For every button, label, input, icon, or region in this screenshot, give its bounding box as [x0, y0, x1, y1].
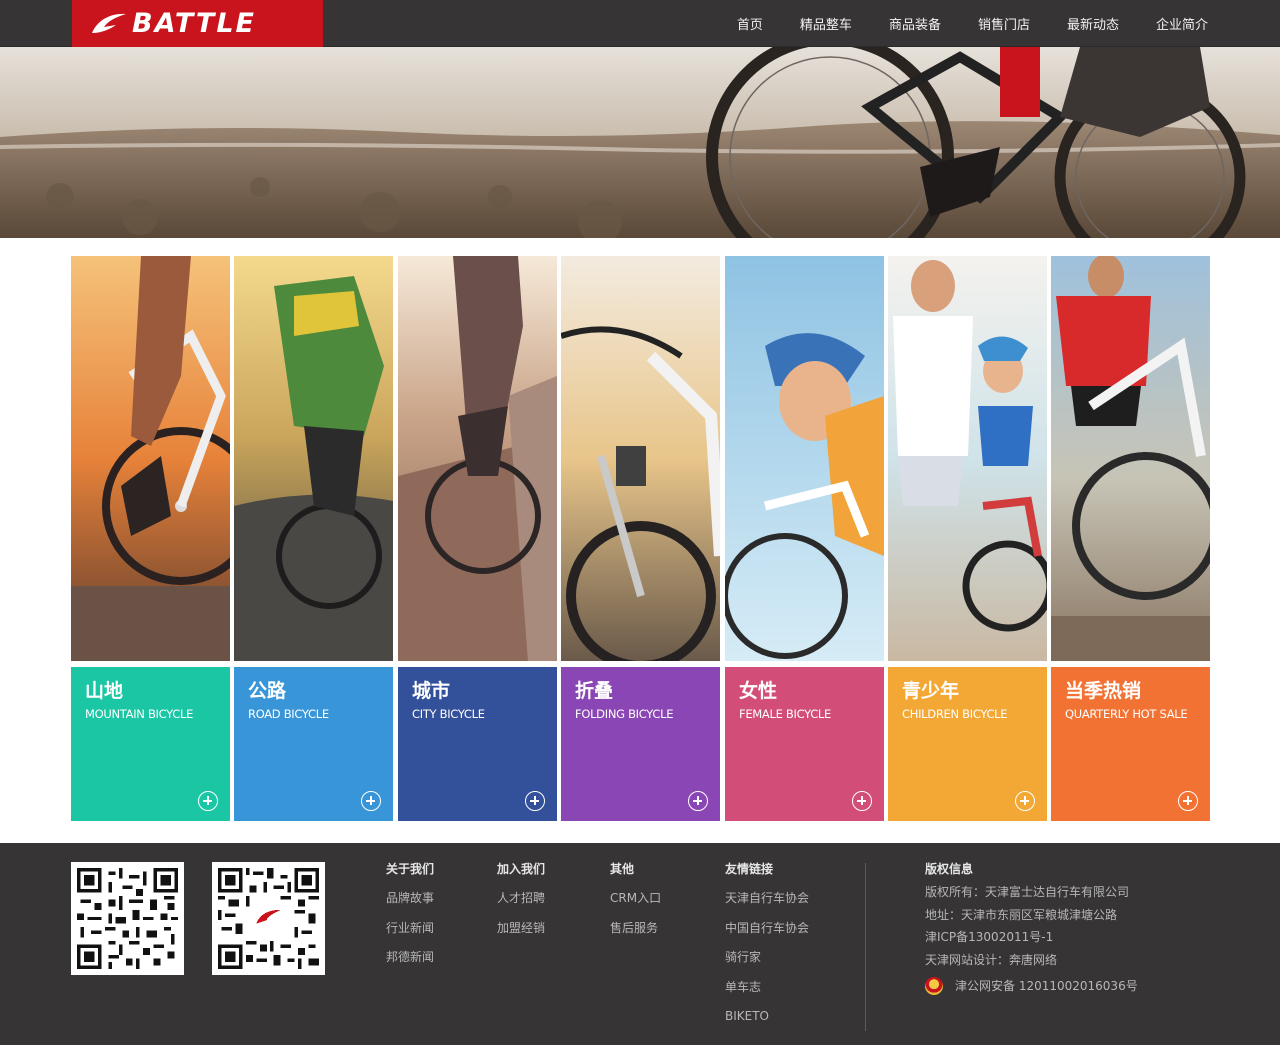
- category-label: 折叠 FOLDING BICYCLE: [561, 667, 720, 821]
- police-badge-icon: [925, 976, 943, 995]
- category-card-road[interactable]: 公路 ROAD BICYCLE: [234, 256, 393, 821]
- footer-link[interactable]: 天津自行车协会: [725, 889, 809, 907]
- category-card-female[interactable]: 女性 FEMALE BICYCLE: [725, 256, 884, 821]
- category-card-mountain[interactable]: 山地 MOUNTAIN BICYCLE: [71, 256, 230, 821]
- nav-home[interactable]: 首页: [737, 14, 763, 33]
- plus-circle-icon[interactable]: [688, 791, 708, 811]
- police-record-text: 津公网安备 12011002016036号: [955, 979, 1138, 993]
- category-label: 城市 CITY BICYCLE: [398, 667, 557, 821]
- footer-link[interactable]: 邦德新闻: [386, 948, 434, 966]
- footer-divider: [865, 863, 866, 1031]
- footer-heading: 其他: [610, 862, 635, 876]
- category-label: 女性 FEMALE BICYCLE: [725, 667, 884, 821]
- footer-col-about: 关于我们 品牌故事 行业新闻 邦德新闻: [386, 860, 434, 978]
- plus-circle-icon[interactable]: [1178, 791, 1198, 811]
- qr-code-icon: [218, 868, 319, 969]
- footer-col-friend-links: 友情链接 天津自行车协会 中国自行车协会 骑行家 单车志 BIKETO: [725, 860, 809, 1037]
- footer-link[interactable]: 行业新闻: [386, 919, 434, 937]
- site-header: BATTLE 首页 精品整车 商品装备 销售门店 最新动态 企业简介: [0, 0, 1280, 47]
- main-nav: 首页 精品整车 商品装备 销售门店 最新动态 企业简介: [700, 0, 1208, 47]
- nav-company[interactable]: 企业简介: [1156, 14, 1208, 33]
- footer-col-other: 其他 CRM入口 售后服务: [610, 860, 661, 948]
- battle-swoosh-icon: [92, 13, 126, 33]
- category-card-hot-sale[interactable]: 当季热销 QUARTERLY HOT SALE: [1051, 256, 1210, 821]
- site-footer: 关于我们 品牌故事 行业新闻 邦德新闻 加入我们 人才招聘 加盟经销 其他 CR…: [0, 843, 1280, 1045]
- footer-link[interactable]: 骑行家: [725, 948, 809, 966]
- category-label: 公路 ROAD BICYCLE: [234, 667, 393, 821]
- hero-banner: [0, 47, 1280, 238]
- category-label: 青少年 CHILDREN BICYCLE: [888, 667, 1047, 821]
- category-subtitle: MOUNTAIN BICYCLE: [85, 707, 194, 721]
- category-title: 女性: [739, 680, 778, 702]
- category-card-children[interactable]: 青少年 CHILDREN BICYCLE: [888, 256, 1047, 821]
- copyright-heading: 版权信息: [925, 862, 974, 876]
- folding-bike-photo: [561, 256, 720, 661]
- category-title: 公路: [248, 680, 287, 702]
- category-card-city[interactable]: 城市 CITY BICYCLE: [398, 256, 557, 821]
- category-title: 折叠: [575, 680, 614, 702]
- plus-circle-icon[interactable]: [1015, 791, 1035, 811]
- copyright-address: 地址：天津市东丽区军粮城津塘公路: [925, 907, 1118, 922]
- category-subtitle: ROAD BICYCLE: [248, 707, 329, 721]
- hero-image: [0, 47, 1280, 238]
- category-subtitle: FOLDING BICYCLE: [575, 707, 674, 721]
- plus-circle-icon[interactable]: [852, 791, 872, 811]
- plus-circle-icon[interactable]: [198, 791, 218, 811]
- category-label: 当季热销 QUARTERLY HOT SALE: [1051, 667, 1210, 821]
- nav-equipment[interactable]: 商品装备: [889, 14, 941, 33]
- footer-link[interactable]: BIKETO: [725, 1007, 809, 1025]
- copyright-owner: 版权所有：天津富士达自行车有限公司: [925, 885, 1130, 899]
- city-bike-photo: [398, 256, 557, 661]
- footer-heading: 友情链接: [725, 862, 774, 876]
- footer-link[interactable]: CRM入口: [610, 889, 661, 907]
- qr-code-app: [212, 862, 325, 975]
- nav-news[interactable]: 最新动态: [1067, 14, 1119, 33]
- category-title: 青少年: [902, 680, 960, 702]
- nav-stores[interactable]: 销售门店: [978, 14, 1030, 33]
- category-subtitle: QUARTERLY HOT SALE: [1065, 707, 1188, 721]
- footer-link[interactable]: 中国自行车协会: [725, 919, 809, 937]
- footer-heading: 关于我们: [386, 862, 435, 876]
- copyright-designer[interactable]: 天津网站设计：奔唐网络: [925, 951, 1138, 969]
- female-bike-photo: [725, 256, 884, 661]
- category-card-folding[interactable]: 折叠 FOLDING BICYCLE: [561, 256, 720, 821]
- category-title: 当季热销: [1065, 680, 1142, 702]
- footer-link[interactable]: 人才招聘: [497, 889, 545, 907]
- category-subtitle: FEMALE BICYCLE: [739, 707, 832, 721]
- logo-text: BATTLE: [132, 8, 256, 39]
- footer-heading: 加入我们: [497, 862, 546, 876]
- footer-link[interactable]: 加盟经销: [497, 919, 545, 937]
- footer-link[interactable]: 售后服务: [610, 919, 661, 937]
- police-record[interactable]: 津公网安备 12011002016036号: [925, 976, 1138, 995]
- plus-circle-icon[interactable]: [361, 791, 381, 811]
- mountain-bike-photo: [71, 256, 230, 661]
- category-cards: 山地 MOUNTAIN BICYCLE 公路 ROAD BICYCLE 城市 C…: [71, 256, 1210, 821]
- children-bike-photo: [888, 256, 1047, 661]
- category-title: 山地: [85, 680, 124, 702]
- footer-copyright: 版权信息 版权所有：天津富士达自行车有限公司 地址：天津市东丽区军粮城津塘公路 …: [925, 860, 1138, 995]
- plus-circle-icon[interactable]: [525, 791, 545, 811]
- category-subtitle: CHILDREN BICYCLE: [902, 707, 1008, 721]
- category-title: 城市: [412, 680, 451, 702]
- nav-bicycles[interactable]: 精品整车: [800, 14, 852, 33]
- footer-link[interactable]: 单车志: [725, 978, 809, 996]
- brand-logo[interactable]: BATTLE: [72, 0, 323, 47]
- qr-code-icon: [77, 868, 178, 969]
- hot-sale-bike-photo: [1051, 256, 1210, 661]
- qr-code-wechat: [71, 862, 184, 975]
- footer-col-join: 加入我们 人才招聘 加盟经销: [497, 860, 545, 948]
- road-bike-photo: [234, 256, 393, 661]
- copyright-icp[interactable]: 津ICP备13002011号-1: [925, 928, 1138, 946]
- category-subtitle: CITY BICYCLE: [412, 707, 485, 721]
- category-label: 山地 MOUNTAIN BICYCLE: [71, 667, 230, 821]
- footer-link[interactable]: 品牌故事: [386, 889, 434, 907]
